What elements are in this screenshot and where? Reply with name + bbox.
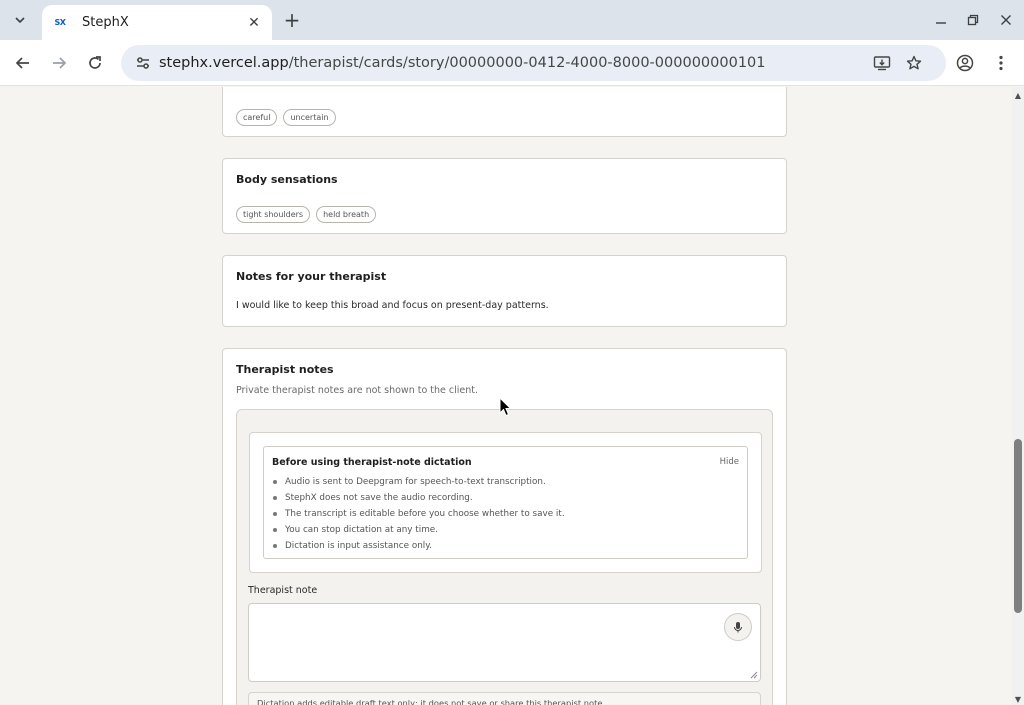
list-item: StephX does not save the audio recording… <box>272 490 565 506</box>
bookmark-star-icon[interactable] <box>902 51 926 75</box>
chip: uncertain <box>283 109 336 126</box>
reload-icon[interactable] <box>81 49 109 77</box>
tab-strip: SX StephX ✕ + <box>0 0 1024 40</box>
page-viewport: careful uncertain Body sensations tight s… <box>0 87 1012 705</box>
client-note-text: I would like to keep this broad and focu… <box>236 300 549 311</box>
browser-toolbar: stephx.vercel.app/therapist/cards/story/… <box>0 40 1024 86</box>
scroll-down-arrow-icon[interactable]: ▼ <box>1012 693 1024 705</box>
site-info-icon[interactable] <box>131 51 155 75</box>
hide-button[interactable]: Hide <box>720 457 739 467</box>
emotion-chips: careful uncertain <box>236 105 342 126</box>
restore-icon[interactable] <box>961 8 985 32</box>
emotions-card: careful uncertain <box>222 87 787 137</box>
card-title: Therapist notes <box>236 363 334 376</box>
list-item: The transcript is editable before you ch… <box>272 506 565 522</box>
profile-icon[interactable] <box>951 49 979 77</box>
resize-handle-icon[interactable] <box>750 671 758 679</box>
url-path: /therapist/cards/story/00000000-0412-400… <box>288 55 766 71</box>
chip: held breath <box>316 206 377 223</box>
body-sensations-card: Body sensations tight shoulders held brea… <box>222 158 787 234</box>
list-item: Dictation is input assistance only. <box>272 538 565 554</box>
disclosure-title: Before using therapist-note dictation <box>272 457 472 468</box>
list-item: Audio is sent to Deepgram for speech-to-… <box>272 474 565 490</box>
tab-title: StephX <box>82 15 129 30</box>
install-app-icon[interactable] <box>870 51 894 75</box>
card-subtitle: Private therapist notes are not shown to… <box>236 385 479 396</box>
url-host: stephx.vercel.app <box>159 55 289 71</box>
dictation-disclosure: Before using therapist-note dictation Hi… <box>263 446 748 559</box>
address-bar[interactable]: stephx.vercel.app/therapist/cards/story/… <box>121 45 946 81</box>
stephx-favicon-icon: SX <box>54 18 66 27</box>
dictation-consent-box: Before using therapist-note dictation Hi… <box>249 432 762 573</box>
chip: tight shoulders <box>236 206 311 223</box>
browser-tab[interactable]: SX StephX ✕ <box>42 5 272 40</box>
microphone-dictation-button[interactable] <box>724 613 752 641</box>
chip: careful <box>236 109 278 126</box>
back-icon[interactable] <box>9 49 37 77</box>
scrollbar-thumb[interactable] <box>1014 439 1022 613</box>
therapist-note-label: Therapist note <box>248 585 318 596</box>
menu-kebab-icon[interactable] <box>987 49 1015 77</box>
scroll-up-arrow-icon[interactable]: ▲ <box>1012 89 1024 101</box>
card-title: Body sensations <box>236 173 338 186</box>
client-notes-card: Notes for your therapist I would like to… <box>222 255 787 327</box>
disclosure-list: Audio is sent to Deepgram for speech-to-… <box>272 474 565 554</box>
close-tab-icon[interactable]: ✕ <box>244 13 264 33</box>
new-tab-icon[interactable]: + <box>280 8 304 32</box>
dictation-hint: Dictation adds editable draft text only;… <box>248 692 761 705</box>
therapist-note-textarea[interactable] <box>248 603 761 682</box>
minimize-icon[interactable] <box>929 8 953 32</box>
close-window-icon[interactable] <box>994 8 1018 32</box>
card-title: Notes for your therapist <box>236 270 387 283</box>
page-scrollbar[interactable]: ▲ ▼ <box>1012 87 1024 705</box>
dictation-panel: Before using therapist-note dictation Hi… <box>236 409 773 705</box>
forward-icon[interactable] <box>45 49 73 77</box>
mouse-pointer-icon <box>499 397 511 417</box>
list-item: You can stop dictation at any time. <box>272 522 565 538</box>
sensation-chips: tight shoulders held breath <box>236 202 382 223</box>
microphone-icon <box>734 622 742 633</box>
url-text: stephx.vercel.app/therapist/cards/story/… <box>159 55 766 71</box>
tab-search-icon[interactable] <box>6 7 34 33</box>
